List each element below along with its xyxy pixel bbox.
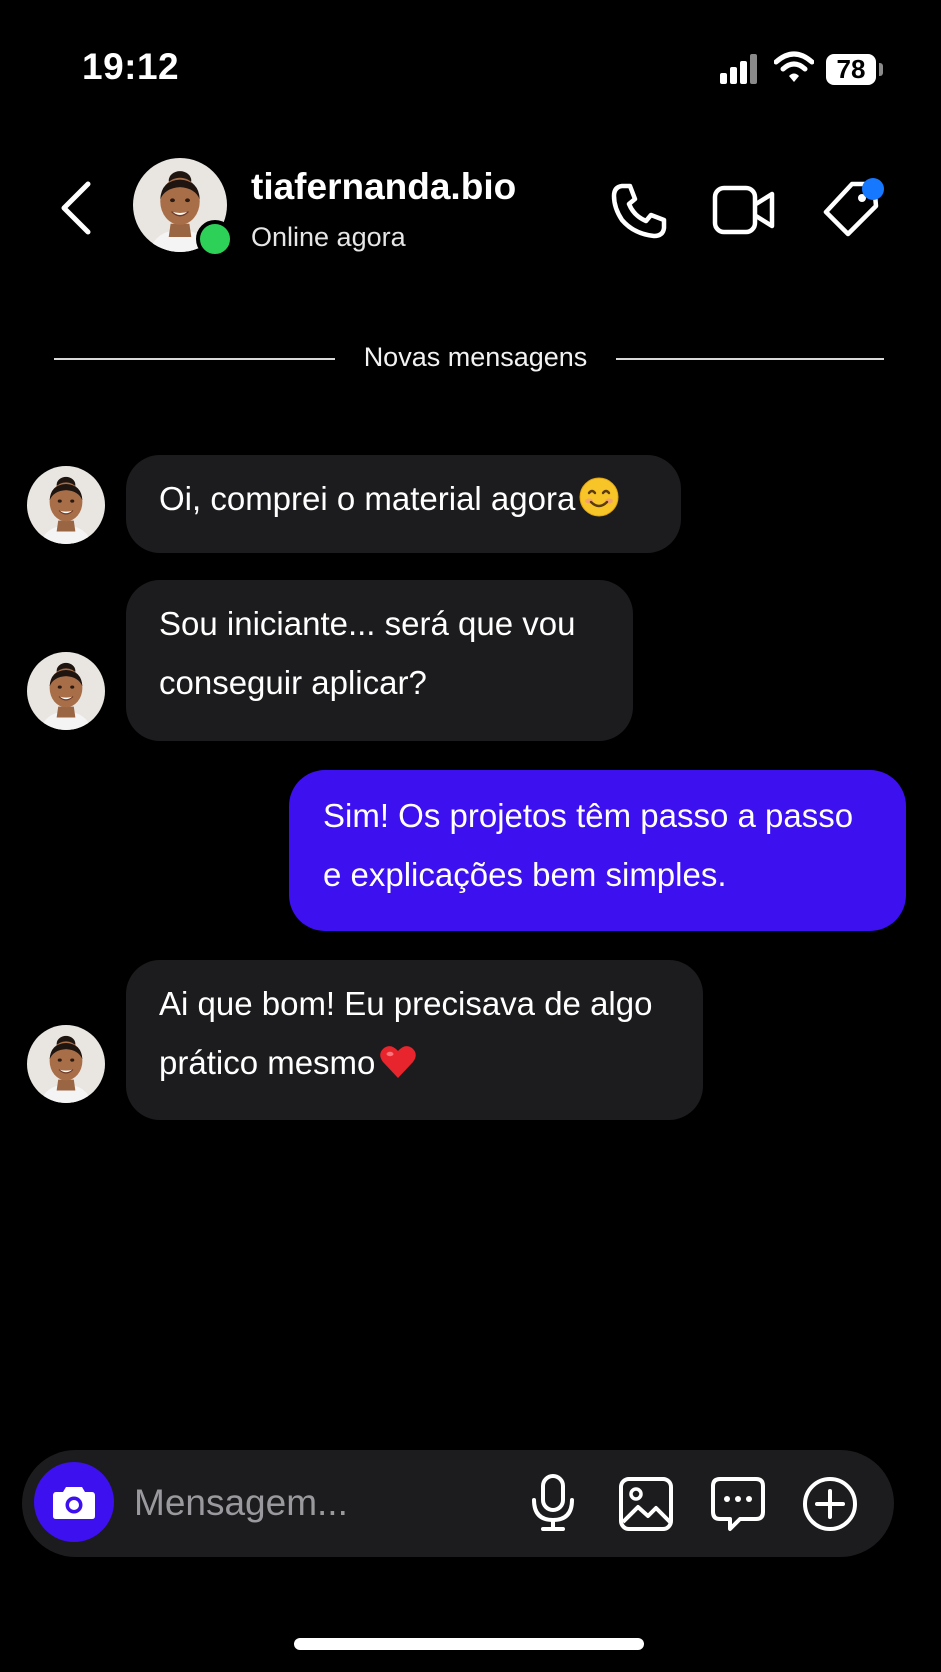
message-text: Oi, comprei o material agora	[159, 480, 576, 517]
battery-icon: 78	[826, 54, 876, 85]
message-text-line: conseguir aplicar?	[159, 664, 427, 701]
red-heart-emoji-icon	[380, 1046, 417, 1078]
message-bubble-incoming[interactable]: Ai que bom! Eu precisava de algo prático…	[126, 960, 703, 1120]
message-avatar[interactable]	[27, 1025, 105, 1103]
message-avatar[interactable]	[27, 652, 105, 730]
wifi-icon	[774, 51, 814, 82]
camera-button[interactable]	[34, 1462, 114, 1542]
battery-level: 78	[836, 54, 866, 84]
back-icon[interactable]	[58, 180, 94, 236]
message-avatar[interactable]	[27, 466, 105, 544]
message-bubble-incoming[interactable]: Oi, comprei o material agora	[126, 455, 681, 553]
avatar-image	[27, 1025, 105, 1103]
new-messages-divider: Novas mensagens	[363, 342, 588, 372]
contact-status: Online agora	[251, 222, 406, 252]
divider-line-left	[54, 358, 335, 360]
contact-name[interactable]: tiafernanda.bio	[251, 166, 516, 208]
smiling-face-emoji-icon	[579, 477, 619, 517]
signal-icon	[720, 54, 757, 84]
battery-cap	[879, 63, 883, 76]
message-text-line: Sim! Os projetos têm passo a passo	[323, 797, 854, 834]
message-text-line: Ai que bom! Eu precisava de algo	[159, 985, 653, 1022]
status-time: 19:12	[82, 46, 180, 87]
video-camera-icon[interactable]	[712, 182, 776, 238]
online-indicator	[196, 220, 234, 258]
image-icon[interactable]	[618, 1476, 674, 1532]
avatar-image	[27, 466, 105, 544]
camera-icon	[53, 1487, 95, 1519]
chat-bubble-icon[interactable]	[710, 1476, 766, 1532]
message-input[interactable]	[134, 1478, 504, 1528]
message-bubble-outgoing[interactable]: Sim! Os projetos têm passo a passo e exp…	[289, 770, 906, 931]
divider-line-right	[616, 358, 884, 360]
message-bubble-incoming[interactable]: Sou iniciante... será que vou conseguir …	[126, 580, 633, 741]
phone-icon[interactable]	[608, 180, 670, 242]
home-indicator[interactable]	[294, 1638, 644, 1650]
message-text-line: e explicações bem simples.	[323, 856, 727, 893]
microphone-icon[interactable]	[530, 1474, 576, 1532]
message-text-line: prático mesmo	[159, 1044, 376, 1081]
notification-badge	[862, 178, 884, 200]
message-text-line: Sou iniciante... será que vou	[159, 605, 576, 642]
plus-circle-icon[interactable]	[802, 1476, 858, 1532]
avatar-image	[27, 652, 105, 730]
